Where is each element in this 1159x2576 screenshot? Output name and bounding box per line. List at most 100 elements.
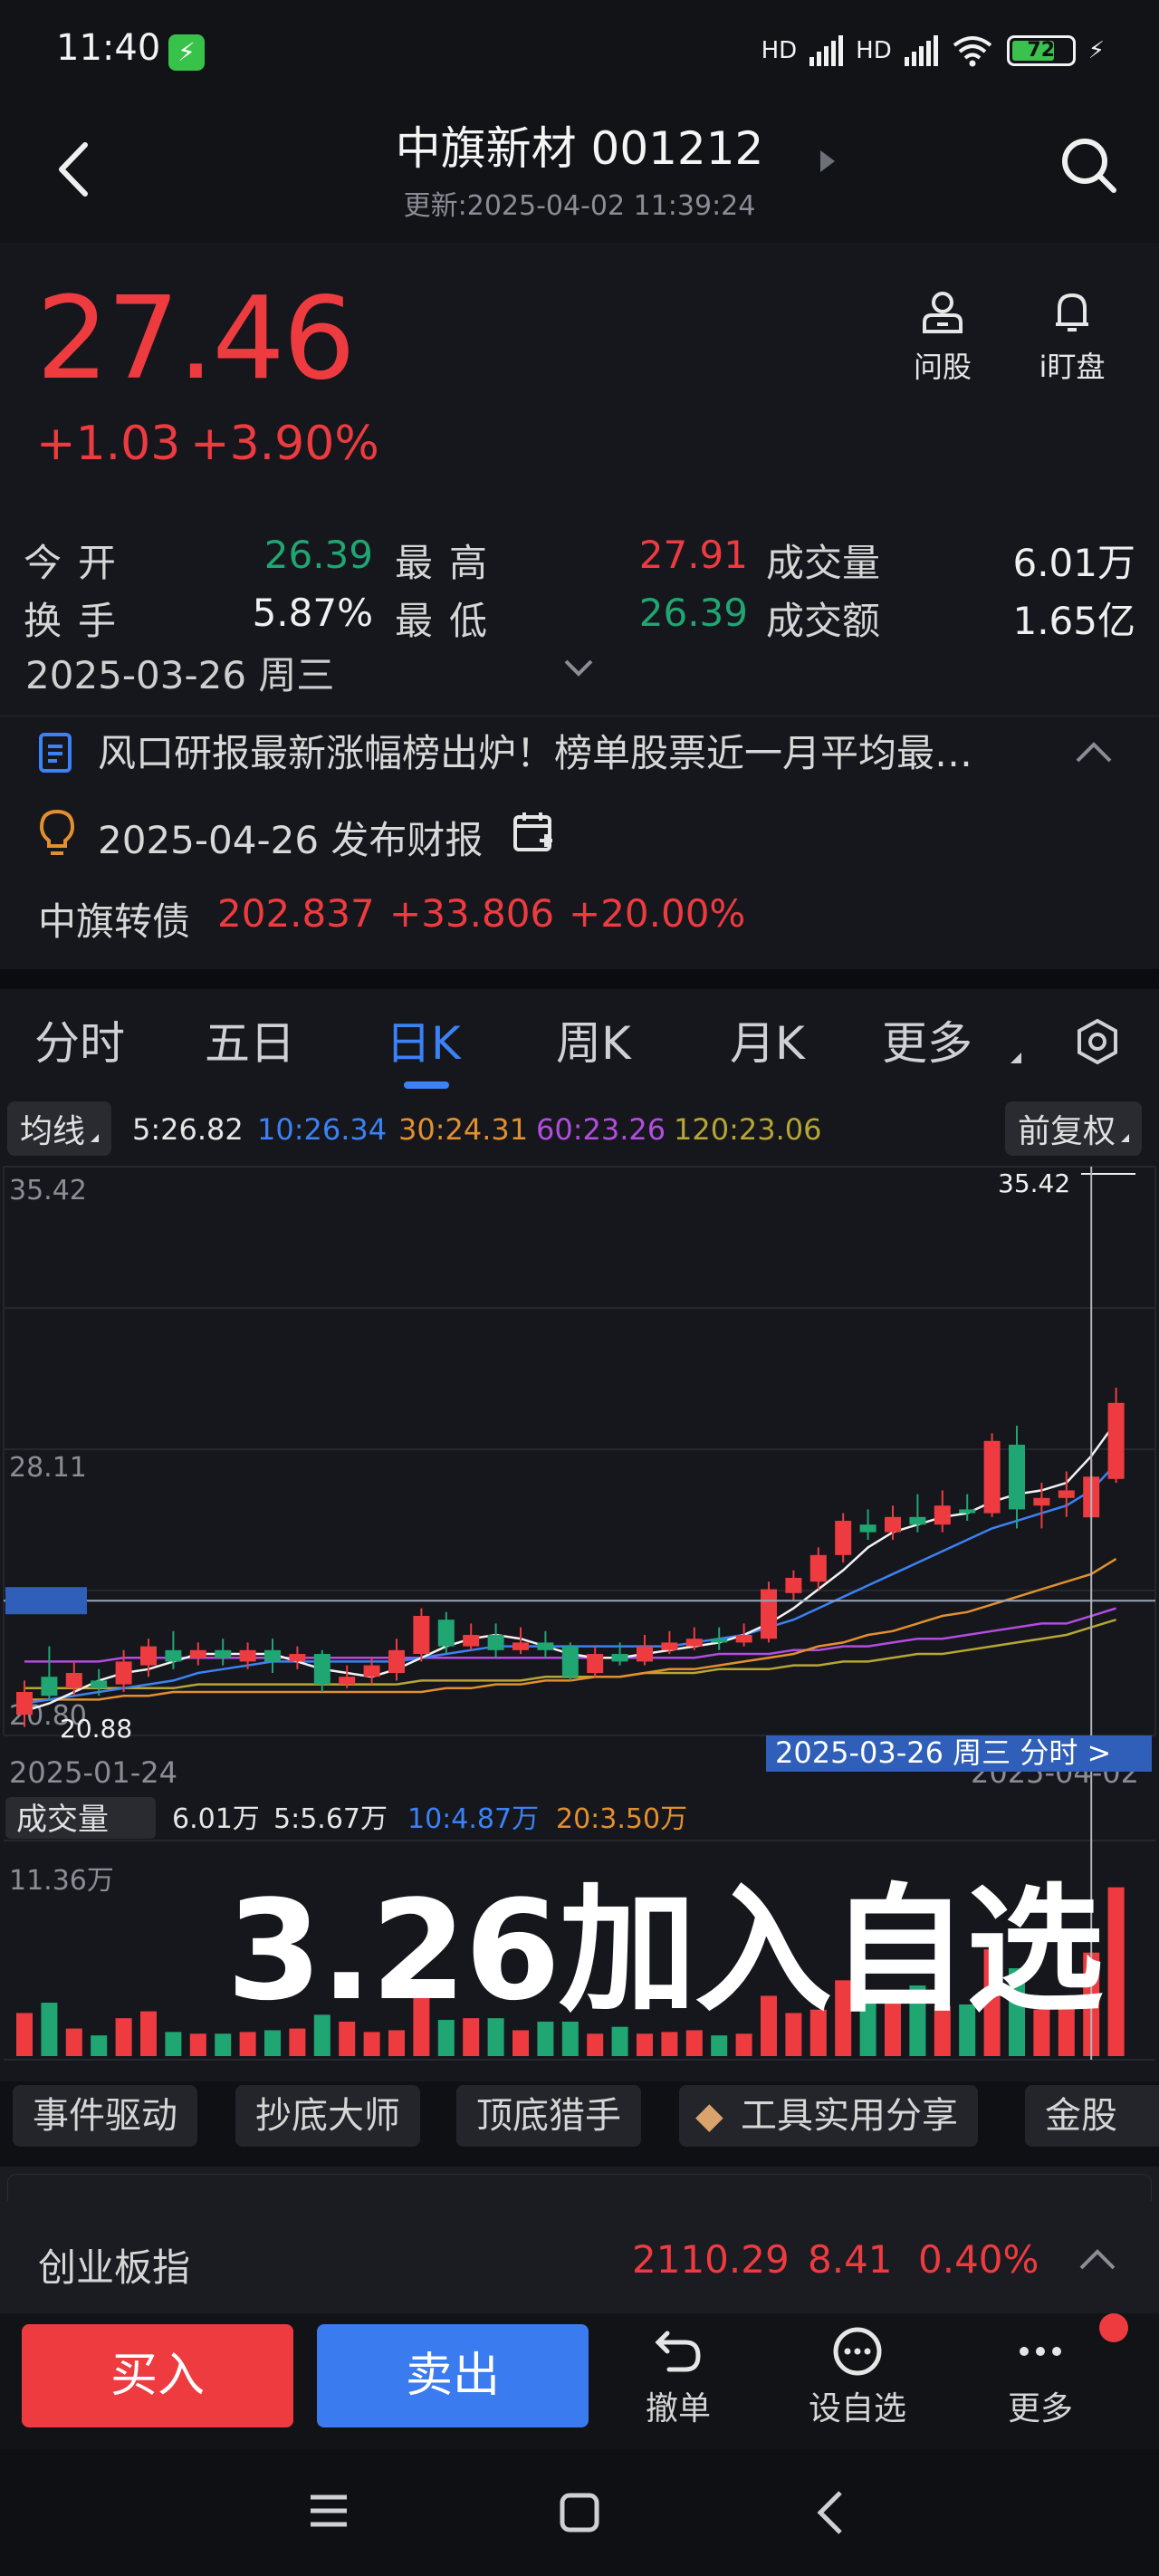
volume-bar bbox=[1107, 1887, 1125, 2056]
amount-value: 1.65亿 bbox=[1012, 599, 1135, 643]
tab-month-k[interactable]: 月K bbox=[730, 1007, 805, 1072]
hd-label-1: HD bbox=[761, 37, 798, 64]
tab-intraday[interactable]: 分时 bbox=[34, 1007, 125, 1072]
candle-body bbox=[413, 1616, 430, 1655]
menu-icon[interactable] bbox=[308, 2493, 350, 2529]
person-icon bbox=[923, 292, 963, 333]
home-icon[interactable] bbox=[560, 2493, 599, 2533]
bond-change: +33.806 bbox=[389, 891, 555, 936]
index-value: 2110.29 bbox=[632, 2237, 790, 2282]
add-watchlist-button[interactable]: 设自选 bbox=[808, 2324, 907, 2429]
candle-body bbox=[189, 1649, 206, 1658]
signal-bars-icon-2 bbox=[904, 35, 938, 66]
ma5-value: 5:26.82 bbox=[132, 1112, 244, 1147]
amount-label: 成交额 bbox=[766, 599, 881, 643]
min-price-mark: 20.88 bbox=[60, 1714, 132, 1744]
crosshair-label[interactable]: 2025-03-26 周三 分时 > bbox=[775, 1735, 1111, 1770]
price-change: +1.03 bbox=[36, 417, 181, 471]
candle-body bbox=[512, 1642, 529, 1650]
battery-icon: 72 bbox=[1006, 35, 1076, 66]
ellipsis-icon bbox=[1020, 2347, 1061, 2356]
price-adjust-selector[interactable]: 前复权 bbox=[1005, 1101, 1143, 1156]
next-stock-arrow-icon[interactable] bbox=[820, 150, 835, 172]
convertible-bond-label[interactable]: 中旗转债 bbox=[38, 891, 190, 947]
candle-body bbox=[437, 1620, 455, 1647]
chip-golden-stock[interactable]: 金股雷 bbox=[1025, 2085, 1159, 2147]
selected-date: 2025-03-26 周三 bbox=[25, 653, 335, 697]
watch-disk-button[interactable]: i盯盘 bbox=[1029, 288, 1116, 386]
ma10-value: 10:26.34 bbox=[257, 1112, 388, 1147]
candle-body bbox=[711, 1639, 728, 1643]
news-headline[interactable]: 风口研报最新涨幅榜出炉！榜单股票近一月平均最… bbox=[98, 723, 1039, 778]
volume-ma20: 20:3.50万 bbox=[556, 1803, 687, 1835]
calendar-add-icon[interactable] bbox=[512, 810, 554, 853]
charging-icon: ⚡ bbox=[168, 34, 205, 71]
candle-body bbox=[685, 1639, 703, 1647]
open-value: 26.39 bbox=[263, 533, 373, 577]
candle-body bbox=[809, 1554, 827, 1582]
chip-tool-share[interactable]: ◆ 工具实用分享 bbox=[679, 2085, 978, 2147]
volume-max-tick: 11.36万 bbox=[9, 1865, 114, 1897]
candle-body bbox=[215, 1649, 232, 1658]
more-button[interactable]: 更多 bbox=[991, 2324, 1090, 2429]
search-icon[interactable] bbox=[1059, 136, 1119, 196]
chip-event-driven[interactable]: 事件驱动 bbox=[13, 2085, 197, 2147]
chevron-up-icon[interactable] bbox=[1078, 2248, 1117, 2272]
candles bbox=[16, 1388, 1125, 1727]
volume-bar bbox=[115, 2018, 132, 2056]
ma-selector[interactable]: 均线 bbox=[7, 1101, 112, 1156]
candle-body bbox=[885, 1516, 901, 1533]
last-price: 27.46 bbox=[36, 272, 356, 405]
back-nav-icon[interactable] bbox=[811, 2489, 848, 2536]
max-price-mark: 35.42 bbox=[998, 1168, 1070, 1198]
tab-week-k[interactable]: 周K bbox=[556, 1007, 631, 1072]
volume-bar bbox=[16, 2013, 33, 2056]
buy-button[interactable]: 买入 bbox=[22, 2324, 293, 2427]
tab-more[interactable]: 更多 bbox=[882, 1007, 972, 1072]
signal-bars-icon bbox=[809, 35, 844, 66]
page-title[interactable]: 中旗新材 001212 bbox=[0, 112, 1159, 178]
chip-top-bottom-hunter[interactable]: 顶底猎手 bbox=[456, 2085, 641, 2147]
candle-body bbox=[537, 1642, 554, 1650]
chevron-up-icon[interactable] bbox=[1074, 741, 1114, 764]
watch-disk-label: i盯盘 bbox=[1039, 350, 1106, 384]
cancel-order-label: 撤单 bbox=[645, 2390, 711, 2427]
tab-day-k[interactable]: 日K bbox=[386, 1007, 461, 1072]
ma120-value: 120:23.06 bbox=[674, 1112, 822, 1147]
support-tag bbox=[5, 1587, 87, 1615]
candle-body bbox=[983, 1440, 1001, 1514]
ma30-value: 30:24.31 bbox=[398, 1112, 529, 1147]
more-circle-icon bbox=[833, 2327, 882, 2376]
candle-body bbox=[165, 1649, 182, 1662]
low-value: 26.39 bbox=[638, 591, 748, 635]
volume-label: 成交量 bbox=[766, 541, 881, 585]
x-tick-start: 2025-01-24 bbox=[9, 1755, 177, 1790]
candle-body bbox=[140, 1646, 157, 1666]
candle-body bbox=[339, 1677, 356, 1685]
cancel-order-button[interactable]: 撤单 bbox=[628, 2324, 728, 2429]
chip-bottom-master[interactable]: 抄底大师 bbox=[235, 2085, 420, 2147]
status-time: 11:40 bbox=[56, 27, 161, 69]
ma60-value: 60:23.26 bbox=[536, 1112, 666, 1147]
ask-stock-button[interactable]: 问股 bbox=[902, 288, 983, 386]
candle-body bbox=[1058, 1490, 1075, 1498]
candle-body bbox=[1107, 1402, 1125, 1479]
candle-body bbox=[934, 1505, 951, 1525]
sell-button[interactable]: 卖出 bbox=[317, 2324, 589, 2427]
low-label: 最低 bbox=[395, 599, 504, 643]
price-adjust-label: 前复权 bbox=[1018, 1113, 1116, 1150]
y-tick-mid: 28.11 bbox=[9, 1452, 87, 1484]
document-icon bbox=[39, 733, 72, 773]
chevron-down-icon[interactable] bbox=[563, 658, 594, 678]
candle-body bbox=[661, 1642, 678, 1650]
settings-icon[interactable] bbox=[1074, 1018, 1121, 1065]
wifi-icon bbox=[953, 36, 991, 67]
candle-body bbox=[16, 1692, 33, 1716]
index-name[interactable]: 创业板指 bbox=[38, 2237, 190, 2292]
tab-five-day[interactable]: 五日 bbox=[205, 1007, 295, 1072]
diamond-icon: ◆ bbox=[695, 2095, 723, 2137]
volume-ma5: 5:5.67万 bbox=[273, 1803, 388, 1835]
candle-body bbox=[835, 1521, 852, 1555]
candle-body bbox=[65, 1673, 82, 1688]
candle-body bbox=[487, 1635, 504, 1650]
